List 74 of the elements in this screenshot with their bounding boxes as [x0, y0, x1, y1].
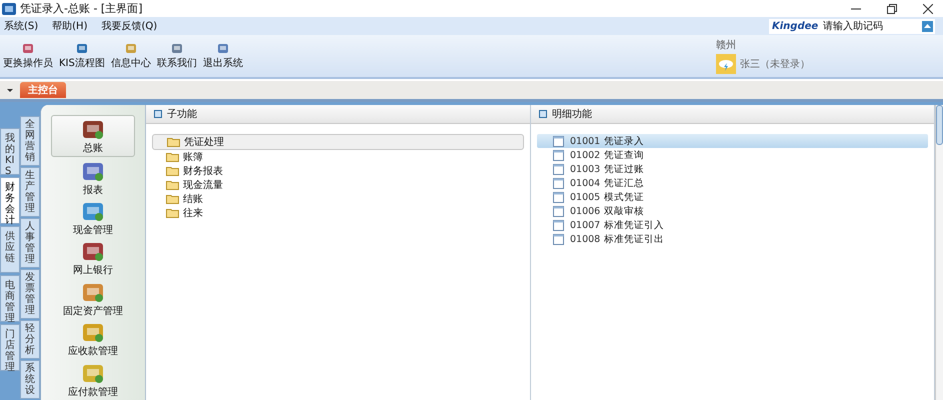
search-field[interactable]: 请输入助记码 [821, 18, 920, 34]
function-item[interactable]: 01003 凭证过账 [537, 162, 928, 176]
document-icon [553, 136, 564, 146]
folder-icon [166, 208, 179, 218]
scrollbar[interactable] [935, 105, 943, 400]
function-item[interactable]: 01004 凭证汇总 [537, 176, 928, 190]
category-tab[interactable]: 轻分析 [20, 320, 40, 359]
function-item[interactable]: 01007 标准凭证引入 [537, 218, 928, 232]
user-name: 张三（未登录） [740, 58, 810, 71]
folder-item[interactable]: 财务报表 [152, 164, 524, 178]
function-item[interactable]: 01002 凭证查询 [537, 148, 928, 162]
function-item[interactable]: 01005 模式凭证 [537, 190, 928, 204]
category-tab[interactable]: 生产管理 [20, 167, 40, 217]
window-title: 凭证录入-总账 - [主界面] [20, 1, 143, 16]
folder-item[interactable]: 往来 [152, 206, 524, 220]
category-tab[interactable]: 全网营销 [20, 116, 40, 166]
tile-icon [124, 42, 138, 56]
category-tab[interactable]: 门店管理 [0, 324, 20, 371]
menu-item[interactable]: 系统(S) [4, 19, 38, 33]
category-tab[interactable]: 电商管理 [0, 275, 20, 322]
panel-icon [539, 110, 547, 118]
document-icon [553, 220, 564, 230]
toolbar-button[interactable]: 联系我们 [156, 42, 197, 70]
module-button[interactable]: 应收款管理 [52, 319, 134, 360]
category-tab[interactable]: 发票管理 [20, 269, 40, 319]
app-logo-icon [2, 2, 16, 14]
tile-icon [170, 42, 184, 56]
restore-icon[interactable] [887, 4, 897, 14]
document-icon [553, 150, 564, 160]
document-icon [553, 192, 564, 202]
brand-logo: Kingdee [769, 18, 822, 34]
module-button[interactable]: 总账 [51, 115, 135, 158]
close-icon[interactable] [923, 4, 933, 14]
module-button[interactable]: 固定资产管理 [52, 278, 134, 320]
folder-icon [166, 166, 179, 176]
module-button[interactable]: 应付款管理 [52, 360, 134, 400]
category-tab[interactable]: 供应链 [0, 226, 20, 273]
search-go-icon[interactable] [920, 18, 935, 34]
panel-icon [154, 110, 162, 118]
tile-icon [74, 42, 89, 56]
toolbar-button[interactable]: 更换操作员 [3, 42, 53, 70]
folder-icon [167, 137, 180, 147]
menu-item[interactable]: 帮助(H) [52, 19, 88, 33]
module-button[interactable]: 现金管理 [52, 198, 134, 238]
category-tab[interactable]: 我的KIS [0, 128, 20, 175]
document-icon [553, 206, 564, 216]
menu-item[interactable]: 我要反馈(Q) [101, 19, 158, 33]
folder-item[interactable]: 结账 [152, 192, 524, 206]
function-item[interactable]: 01006 双敲审核 [537, 204, 928, 218]
weather-icon [716, 54, 736, 74]
document-icon [553, 164, 564, 174]
toolbar-button[interactable]: 信息中心 [110, 42, 151, 70]
folder-item[interactable]: 凭证处理 [152, 134, 524, 150]
function-item[interactable]: 01008 标准凭证引出 [537, 232, 928, 246]
toolbar-button[interactable]: 退出系统 [202, 42, 243, 70]
category-tab[interactable]: 人事管理 [20, 218, 40, 268]
toolbar-button[interactable]: KIS流程图 [59, 42, 105, 70]
panel-title: 子功能 [167, 108, 197, 121]
tile-icon [21, 42, 35, 56]
folder-icon [166, 152, 179, 162]
tile-icon [216, 42, 230, 56]
category-tab[interactable]: 财务会计 [0, 177, 20, 224]
category-tab[interactable]: 系统设 [20, 360, 40, 399]
function-item[interactable]: 01001 凭证录入 [537, 134, 928, 148]
folder-icon [166, 180, 179, 190]
location-label: 赣州 [716, 38, 737, 52]
document-icon [553, 234, 564, 244]
panel-title: 明细功能 [552, 108, 592, 121]
folder-item[interactable]: 现金流量 [152, 178, 524, 192]
folder-icon [166, 194, 179, 204]
document-icon [553, 178, 564, 188]
module-button[interactable]: 网上银行 [52, 238, 134, 279]
module-button[interactable]: 报表 [52, 157, 134, 198]
folder-item[interactable]: 账簿 [152, 150, 524, 164]
